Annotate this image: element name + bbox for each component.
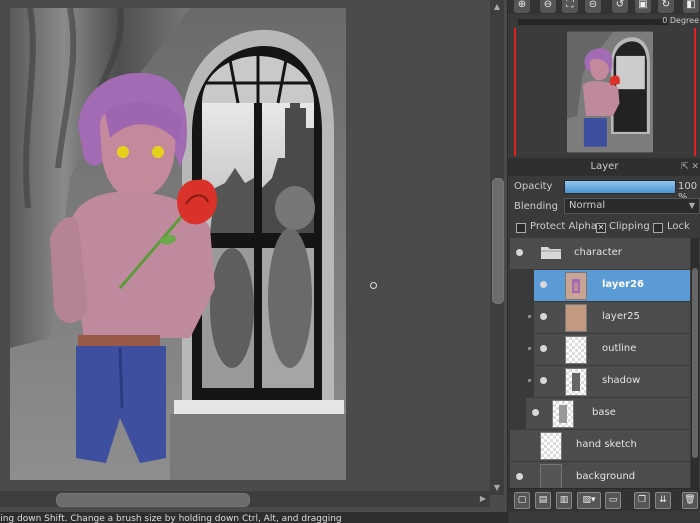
rotation-value: 0 Degree — [662, 16, 699, 25]
panel-detach-icon[interactable]: ⇱ ✕ — [681, 158, 699, 176]
clipping-checkbox[interactable]: ✕ — [596, 223, 606, 233]
layer-list-scrollbar[interactable] — [691, 238, 699, 488]
layer-name: hand sketch — [576, 439, 637, 450]
layer-item-shadow[interactable]: shadow — [528, 366, 690, 398]
visibility-toggle[interactable] — [540, 281, 547, 288]
layer-thumbnail — [540, 432, 562, 460]
visibility-toggle[interactable] — [540, 313, 547, 320]
scroll-right-icon[interactable]: ▶ — [478, 494, 488, 504]
opacity-label: Opacity — [514, 181, 553, 192]
layer26-thumbnail-art — [572, 279, 580, 293]
lock-checkbox[interactable] — [653, 223, 663, 233]
navigator-thumbnail — [567, 31, 653, 153]
blending-row: Blending Normal ▼ — [508, 198, 700, 218]
clipping-label: Clipping — [609, 221, 650, 232]
new-layer-icon[interactable]: ▢ — [514, 492, 530, 509]
duplicate-layer-icon[interactable]: ❐ — [634, 492, 650, 509]
layer-thumbnail — [540, 464, 562, 488]
trash-icon[interactable]: 🗑 — [682, 492, 698, 509]
layer-thumbnail — [565, 336, 587, 364]
clipping-indicator — [528, 347, 531, 350]
status-bar: lding down Shift. Change a brush size by… — [0, 512, 507, 523]
navigator-view-frame-left — [514, 28, 516, 156]
navigator-view-frame-right — [694, 28, 696, 156]
layer-name: background — [576, 471, 636, 482]
layer-name: base — [592, 407, 616, 418]
visibility-toggle[interactable] — [540, 377, 547, 384]
canvas-horizontal-scrollbar[interactable]: ▶ — [0, 491, 490, 507]
visibility-toggle[interactable] — [516, 473, 523, 480]
layer-name: character — [574, 247, 622, 258]
layer-scroll-thumb[interactable] — [692, 268, 698, 458]
opacity-slider[interactable] — [564, 180, 676, 194]
new-folder-icon[interactable]: ▭ — [605, 492, 621, 509]
protect-alpha-checkbox[interactable] — [516, 223, 526, 233]
visibility-toggle[interactable] — [532, 409, 539, 416]
scroll-up-icon[interactable]: ▲ — [492, 2, 502, 12]
layer-name: layer25 — [602, 311, 640, 322]
base-thumbnail-art — [559, 405, 567, 423]
layer-item-outline[interactable]: outline — [528, 334, 690, 366]
navigator-toolbar: ⊕ ⊖ ⛶ ⊝ ↺ ▣ ↻ ◧ — [508, 0, 700, 14]
layer-thumbnail — [565, 272, 587, 300]
horizontal-scroll-thumb[interactable] — [56, 493, 250, 507]
vertical-scroll-thumb[interactable] — [492, 178, 504, 304]
new-halftone-layer-icon[interactable]: ▤ — [535, 492, 551, 509]
layer-thumbnail — [552, 400, 574, 428]
layer-item-background[interactable]: background — [510, 462, 690, 488]
brush-cursor — [370, 282, 377, 289]
artwork-canvas[interactable] — [10, 8, 346, 480]
rotation-slider[interactable] — [518, 19, 668, 25]
layer-thumbnail — [565, 368, 587, 396]
add-layer-menu-icon[interactable]: ▧▾ — [577, 492, 601, 509]
visibility-toggle[interactable] — [540, 345, 547, 352]
reset-view-icon[interactable]: ▣ — [635, 0, 651, 13]
protect-alpha-label: Protect Alpha — [530, 221, 597, 232]
chevron-down-icon: ▼ — [688, 201, 695, 210]
layer-panel-title: Layer — [590, 161, 619, 172]
scroll-down-icon[interactable]: ▼ — [492, 483, 502, 493]
zoom-out-icon[interactable]: ⊖ — [540, 0, 556, 13]
right-panel: ⊕ ⊖ ⛶ ⊝ ↺ ▣ ↻ ◧ 0 Degree Layer ⇱ ✕ Opaci… — [507, 0, 700, 523]
fit-screen-icon[interactable]: ⛶ — [562, 0, 578, 13]
zoom-in-icon[interactable]: ⊕ — [514, 0, 530, 13]
layer-panel-header: Layer ⇱ ✕ — [508, 158, 700, 176]
visibility-toggle[interactable] — [516, 249, 523, 256]
blending-label: Blending — [514, 201, 558, 212]
lock-label: Lock — [667, 221, 690, 232]
layer-name: layer26 — [602, 279, 645, 290]
layer-list[interactable]: character layer26 ⚙ layer25 outline — [510, 238, 690, 488]
canvas-vertical-scrollbar[interactable]: ▲ ▼ — [490, 0, 504, 495]
merge-down-icon[interactable]: ⇊ — [655, 492, 671, 509]
layer-item-base[interactable]: base — [526, 398, 690, 430]
rotate-right-icon[interactable]: ↻ — [658, 0, 674, 13]
layer-item-layer26[interactable]: layer26 ⚙ — [534, 270, 690, 302]
layer-thumbnail — [565, 304, 587, 332]
layer-item-layer25[interactable]: layer25 — [528, 302, 690, 334]
new-8bit-layer-icon[interactable]: ▥ — [556, 492, 572, 509]
navigator-preview[interactable] — [510, 28, 699, 156]
flip-icon[interactable]: ◧ — [683, 0, 699, 13]
layer-item-character[interactable]: character — [510, 238, 690, 270]
blending-select[interactable]: Normal ▼ — [564, 198, 700, 214]
clipping-indicator — [528, 379, 531, 382]
rotate-left-icon[interactable]: ↺ — [612, 0, 628, 13]
layer-item-hand-sketch[interactable]: hand sketch — [510, 430, 690, 462]
canvas-area[interactable] — [0, 0, 507, 512]
layer-name: outline — [602, 343, 637, 354]
shadow-thumbnail-art — [572, 373, 580, 391]
layer-toolbar: ▢ ▤ ▥ ▧▾ ▭ ❐ ⇊ 🗑 — [508, 488, 700, 511]
clipping-indicator — [528, 315, 531, 318]
actual-size-icon[interactable]: ⊝ — [585, 0, 601, 13]
layer-name: shadow — [602, 375, 641, 386]
folder-icon — [541, 247, 561, 259]
blending-value: Normal — [569, 200, 606, 211]
opacity-row: Opacity 100 % — [508, 178, 700, 203]
